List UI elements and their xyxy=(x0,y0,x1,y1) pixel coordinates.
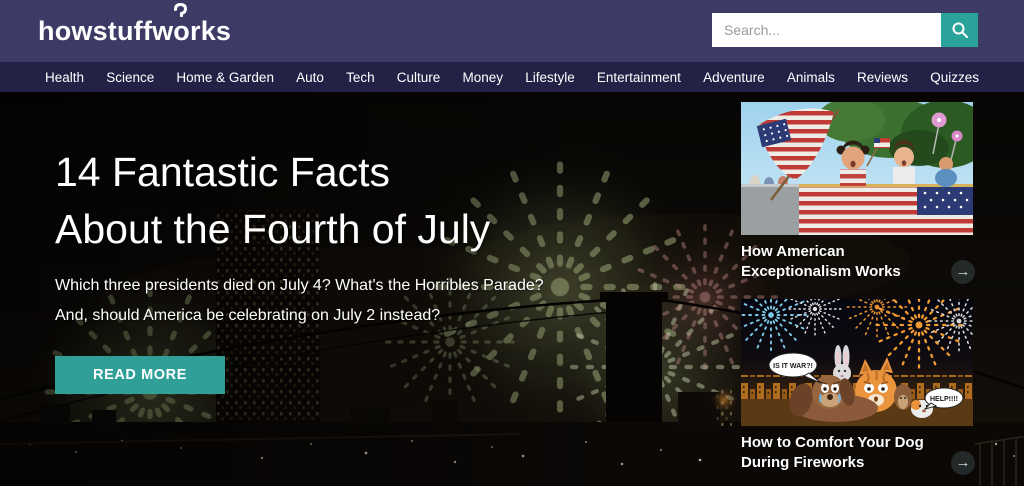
nav-item-culture[interactable]: Culture xyxy=(397,70,441,85)
logo-o: o xyxy=(173,2,190,47)
arrow-right-icon[interactable]: → xyxy=(951,260,975,284)
question-curl-icon xyxy=(174,2,188,17)
nav-item-money[interactable]: Money xyxy=(462,70,503,85)
hero-title: 14 Fantastic Facts About the Fourth of J… xyxy=(55,149,491,252)
nav-item-reviews[interactable]: Reviews xyxy=(857,70,908,85)
arrow-right-icon[interactable]: → xyxy=(951,451,975,475)
nav-item-adventure[interactable]: Adventure xyxy=(703,70,765,85)
nav-item-entertainment[interactable]: Entertainment xyxy=(597,70,681,85)
nav-item-quizzes[interactable]: Quizzes xyxy=(930,70,979,85)
article-card-comfort-dog[interactable]: IS IT WAR?! HELP!!!! How to Comfort Your… xyxy=(741,299,975,477)
article-card-footer: How to Comfort Your Dog During Fireworks… xyxy=(741,426,975,477)
search-button[interactable] xyxy=(941,13,978,47)
nav-item-tech[interactable]: Tech xyxy=(346,70,375,85)
article-card-american-exceptionalism[interactable]: How American Exceptionalism Works → xyxy=(741,102,975,286)
hero-section: 14 Fantastic Facts About the Fourth of J… xyxy=(0,92,1024,486)
logo-text-post: rks xyxy=(189,15,232,46)
parade-flags-photo xyxy=(741,102,973,235)
search-input[interactable] xyxy=(712,13,941,47)
page: howstuffworks Health Science Home & Gard… xyxy=(0,0,1024,486)
search-form xyxy=(712,13,978,47)
nav-item-home-garden[interactable]: Home & Garden xyxy=(176,70,274,85)
nav-item-health[interactable]: Health xyxy=(45,70,84,85)
speech-bubble-text: HELP!!!! xyxy=(930,396,958,403)
nav-item-science[interactable]: Science xyxy=(106,70,154,85)
article-card-footer: How American Exceptionalism Works → xyxy=(741,235,975,286)
article-title[interactable]: How to Comfort Your Dog During Fireworks xyxy=(741,433,943,473)
nav-item-lifestyle[interactable]: Lifestyle xyxy=(525,70,575,85)
brand-logo[interactable]: howstuffw o rks xyxy=(38,2,232,47)
nav-item-animals[interactable]: Animals xyxy=(787,70,835,85)
logo-text-pre: howstuffw xyxy=(38,15,174,46)
scared-pets-cartoon: IS IT WAR?! HELP!!!! xyxy=(741,299,973,426)
nav-item-auto[interactable]: Auto xyxy=(296,70,324,85)
speech-bubble-text: IS IT WAR?! xyxy=(773,363,813,370)
article-title[interactable]: How American Exceptionalism Works xyxy=(741,242,943,282)
hero-description: Which three presidents died on July 4? W… xyxy=(55,277,544,324)
site-header: howstuffw o rks xyxy=(0,0,1024,62)
magnifier-icon xyxy=(952,22,968,38)
hero-content: 14 Fantastic Facts About the Fourth of J… xyxy=(55,92,560,394)
main-nav: Health Science Home & Garden Auto Tech C… xyxy=(0,62,1024,92)
read-more-button[interactable]: READ MORE xyxy=(55,356,226,394)
